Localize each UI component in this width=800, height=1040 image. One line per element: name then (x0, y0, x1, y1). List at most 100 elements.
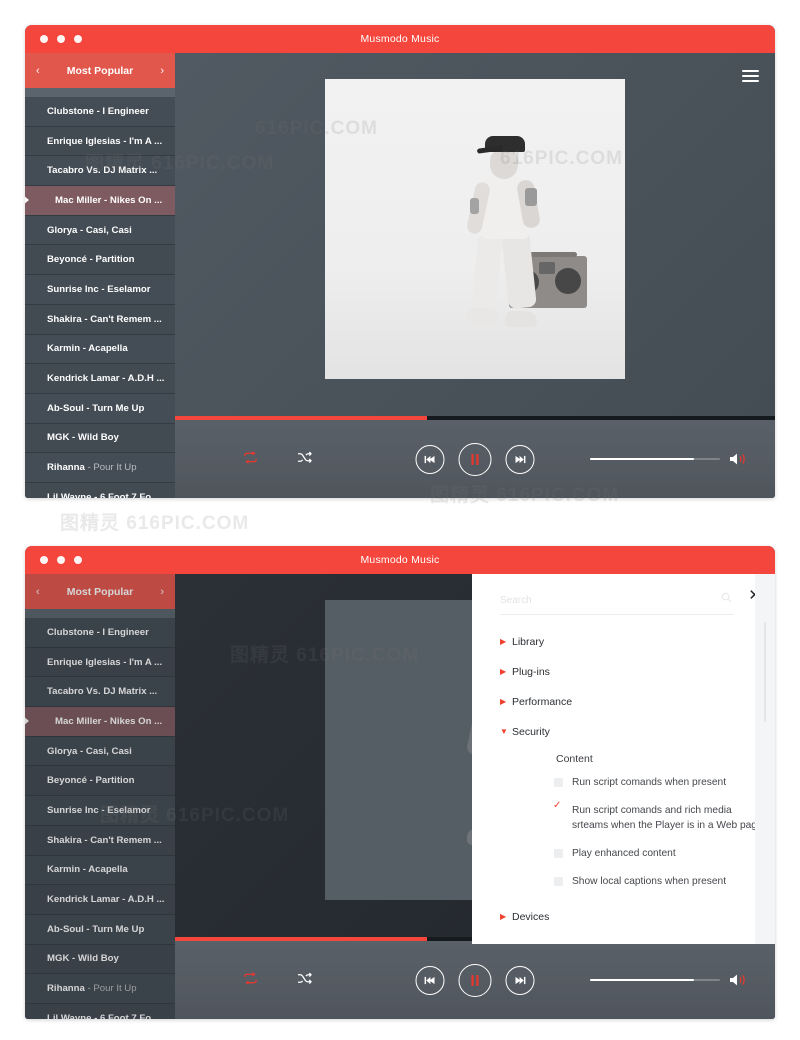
play-pause-button[interactable] (458, 963, 492, 997)
track-list-item[interactable]: Beyoncé - Partition (25, 766, 175, 797)
playlist-divider (25, 609, 175, 618)
track-list-item[interactable]: Lil Wayne - 6 Foot 7 Fo ... (25, 1003, 175, 1019)
settings-tree-label: Library (512, 636, 545, 648)
settings-search[interactable] (500, 590, 735, 615)
track-list-item[interactable]: Enrique Iglesias - I'm A ... (25, 126, 175, 157)
track-list-item[interactable]: Clubstone - I Engineer (25, 618, 175, 648)
settings-tree-node[interactable]: ▼ Security (500, 717, 765, 747)
track-list-item[interactable]: Rihanna - Pour It Up (25, 974, 175, 1004)
chevron-right-icon[interactable]: › (160, 65, 164, 77)
checkbox-icon[interactable] (554, 778, 563, 787)
speaker-volume-icon[interactable] (729, 973, 745, 987)
hamburger-menu-icon[interactable] (742, 70, 759, 82)
maximize-window-dot[interactable] (74, 556, 82, 564)
playlist-sidebar-bottom: ‹ Most Popular › Clubstone - I Engineer E… (25, 574, 175, 1019)
play-pause-button[interactable] (458, 442, 492, 476)
track-list-item[interactable]: Sunrise Inc - Eselamor (25, 796, 175, 826)
track-list-item[interactable]: Glorya - Casi, Casi (25, 215, 175, 246)
caret-right-icon[interactable]: ▶ (500, 913, 512, 921)
track-list-item[interactable]: Tacabro Vs. DJ Matrix ... (25, 156, 175, 187)
player-window-bottom: Musmodo Music ‹ Most Popular › Clubstone… (25, 546, 775, 1019)
checkbox-icon[interactable] (554, 849, 563, 858)
shuffle-icon[interactable] (297, 972, 312, 989)
settings-tree-node[interactable]: ▶ Library (500, 627, 765, 657)
track-list-item[interactable]: Enrique Iglesias - I'm A ... (25, 647, 175, 678)
track-label: Glorya - Casi, Casi (47, 224, 132, 236)
speaker-volume-icon[interactable] (729, 452, 745, 466)
checkbox-checked-icon[interactable] (553, 801, 563, 815)
maximize-window-dot[interactable] (74, 35, 82, 43)
settings-tree-node[interactable]: ▶ Plug-ins (500, 657, 765, 687)
track-label: Mac Miller - Nikes On ... (55, 194, 163, 206)
checkbox-icon[interactable] (554, 877, 563, 886)
window-traffic-lights-bottom[interactable] (40, 556, 82, 564)
caret-right-icon[interactable]: ▶ (500, 668, 512, 676)
track-list-item[interactable]: Shakira - Can't Remem ... (25, 304, 175, 335)
caret-down-icon[interactable]: ▼ (500, 728, 512, 736)
track-list-item[interactable]: Kendrick Lamar - A.D.H ... (25, 364, 175, 394)
previous-track-button[interactable] (415, 444, 445, 474)
settings-tree[interactable]: ▶ Library ▶ Plug-ins ▶ Performance ▼ Security Co… (472, 615, 775, 932)
volume-slider[interactable] (590, 458, 720, 460)
settings-tree-node[interactable]: ▶ Performance (500, 687, 765, 717)
caret-right-icon[interactable]: ▶ (500, 698, 512, 706)
settings-checkbox-row[interactable]: Play enhanced content (554, 846, 765, 861)
track-list-item[interactable]: Beyoncé - Partition (25, 245, 175, 276)
track-list-item[interactable]: Mac Miller - Nikes On ... (25, 707, 175, 737)
settings-scrollbar-thumb[interactable] (764, 622, 766, 722)
track-list-item[interactable]: Glorya - Casi, Casi (25, 736, 175, 767)
minimize-window-dot[interactable] (57, 556, 65, 564)
settings-checkbox-label: Run script comands and rich media srteam… (572, 805, 763, 831)
next-track-button[interactable] (505, 444, 535, 474)
track-list-item[interactable]: Ab-Soul - Turn Me Up (25, 914, 175, 945)
artwork-area (175, 53, 775, 416)
caret-right-icon[interactable]: ▶ (500, 638, 512, 646)
track-label: Karmin - Acapella (47, 343, 128, 355)
track-label: Beyoncé - Partition (47, 775, 135, 787)
track-list-item[interactable]: Sunrise Inc - Eselamor (25, 275, 175, 305)
track-list-item[interactable]: Ab-Soul - Turn Me Up (25, 393, 175, 424)
settings-checkbox-row[interactable]: Show local captions when present (554, 874, 765, 889)
shuffle-icon[interactable] (297, 451, 312, 468)
track-label: Kendrick Lamar - A.D.H ... (47, 373, 165, 385)
track-list-item[interactable]: Karmin - Acapella (25, 334, 175, 365)
track-list[interactable]: Clubstone - I Engineer Enrique Iglesias -… (25, 97, 175, 498)
player-main (175, 53, 775, 498)
volume-control[interactable] (590, 452, 745, 466)
track-list-item[interactable]: Shakira - Can't Remem ... (25, 825, 175, 856)
playlist-title: Most Popular (66, 64, 134, 77)
close-window-dot[interactable] (40, 556, 48, 564)
track-list-item[interactable]: Kendrick Lamar - A.D.H ... (25, 885, 175, 915)
volume-slider-bottom[interactable] (590, 979, 720, 981)
settings-checkbox-row[interactable]: Run script comands when present (554, 775, 765, 790)
track-label: Sunrise Inc - Eselamor (47, 804, 151, 816)
search-input[interactable] (500, 595, 735, 606)
track-list-item[interactable]: Clubstone - I Engineer (25, 97, 175, 127)
track-label: Kendrick Lamar - A.D.H ... (47, 894, 165, 906)
title-bar-bottom: Musmodo Music (25, 546, 775, 574)
track-label: MGK - Wild Boy (47, 953, 119, 965)
previous-track-button[interactable] (415, 965, 445, 995)
track-list-item[interactable]: Tacabro Vs. DJ Matrix ... (25, 677, 175, 708)
track-list-item[interactable]: Karmin - Acapella (25, 855, 175, 886)
track-list-item[interactable]: Lil Wayne - 6 Foot 7 Fo ... (25, 482, 175, 498)
repeat-icon[interactable] (243, 971, 258, 989)
settings-tree-node[interactable]: ▶ Devices (500, 902, 765, 932)
window-traffic-lights[interactable] (40, 35, 82, 43)
minimize-window-dot[interactable] (57, 35, 65, 43)
track-list-bottom[interactable]: Clubstone - I Engineer Enrique Iglesias -… (25, 618, 175, 1019)
chevron-left-icon[interactable]: ‹ (36, 586, 40, 598)
album-artwork (325, 79, 625, 379)
track-list-item[interactable]: Rihanna - Pour It Up (25, 453, 175, 483)
track-list-item[interactable]: MGK - Wild Boy (25, 423, 175, 454)
repeat-icon[interactable] (243, 450, 258, 468)
track-list-item[interactable]: Mac Miller - Nikes On ... (25, 186, 175, 216)
settings-checkbox-row[interactable]: Run script comands and rich media srteam… (553, 801, 765, 833)
volume-control-bottom[interactable] (590, 973, 745, 987)
album-art-wrapper (325, 79, 625, 379)
chevron-left-icon[interactable]: ‹ (36, 65, 40, 77)
track-list-item[interactable]: MGK - Wild Boy (25, 944, 175, 975)
next-track-button[interactable] (505, 965, 535, 995)
close-window-dot[interactable] (40, 35, 48, 43)
chevron-right-icon[interactable]: › (160, 586, 164, 598)
